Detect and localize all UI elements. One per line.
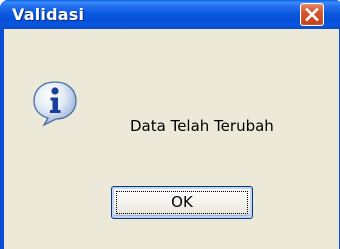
info-icon: [33, 81, 77, 127]
close-button[interactable]: [300, 3, 324, 26]
title-bar[interactable]: Validasi: [0, 0, 340, 29]
window-title: Validasi: [12, 5, 85, 24]
close-icon: [305, 7, 319, 22]
dialog-message: Data Telah Terubah: [130, 117, 274, 135]
ok-button-label: OK: [171, 193, 193, 211]
dialog-window: Validasi Data Telah Terubah OK: [0, 0, 340, 249]
screen: Validasi Data Telah Terubah OK: [0, 0, 340, 249]
ok-button[interactable]: OK: [111, 186, 253, 219]
